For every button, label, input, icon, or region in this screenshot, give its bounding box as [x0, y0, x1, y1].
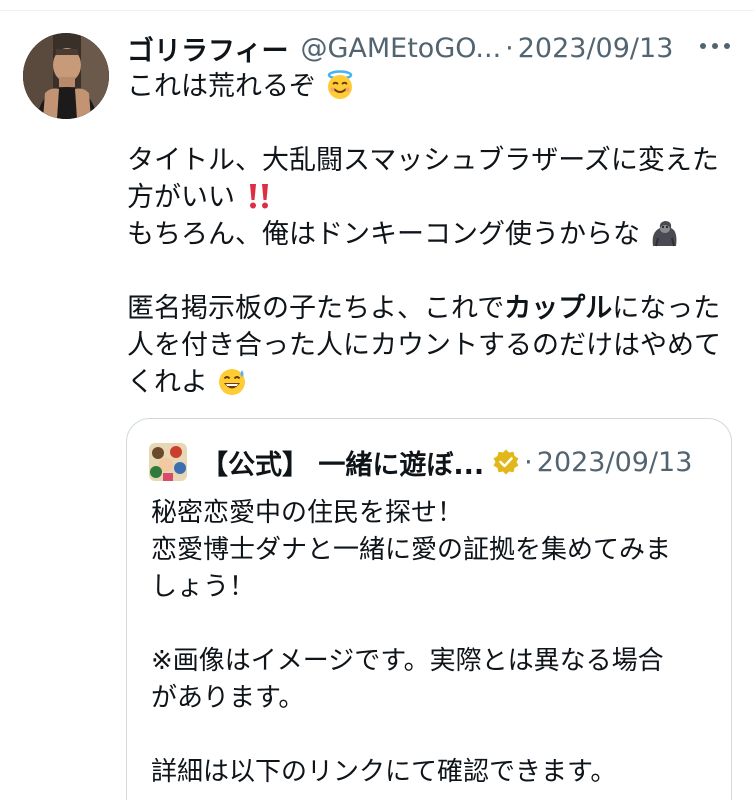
tweet-line: もちろん、俺はドンキーコング使うからな	[127, 216, 727, 253]
tweet-page: ゴリラフィー @GAMEtoGO... · 2023/09/13 これは荒れるぞ…	[0, 0, 754, 800]
quoted-header-separator: ·	[524, 446, 533, 478]
quoted-tweet-header: 【公式】 一緒に遊ぼ... · 2023/09/13	[149, 443, 692, 481]
quoted-line: しょう！	[151, 572, 256, 602]
quoted-line: 恋愛博士ダナと一緒に愛の証拠を集めてみま	[151, 535, 672, 565]
tweet-header: ゴリラフィー @GAMEtoGO... · 2023/09/13	[127, 28, 673, 68]
quoted-tweet-text: 秘密恋愛中の住民を探せ！ 恋愛博士ダナと一緒に愛の証拠を集めてみま しょう！ ※…	[151, 495, 711, 791]
tweet-text: これは荒れるぞ タイトル、大乱闘スマッシュブラザーズに変えた 方がいい もちろん…	[127, 68, 727, 401]
tweet-line: 方がいい	[127, 179, 727, 216]
quoted-line: 秘密恋愛中の住民を探せ！	[151, 498, 464, 528]
quoted-tweet-date[interactable]: 2023/09/13	[537, 447, 693, 478]
top-divider	[0, 0, 754, 11]
quoted-tweet-card[interactable]: 【公式】 一緒に遊ぼ... · 2023/09/13 秘密恋愛中の住民を探せ！ …	[126, 418, 732, 800]
tweet-line: 人を付き合った人にカウントするのだけはやめて	[127, 330, 721, 361]
more-options-icon[interactable]	[700, 36, 730, 56]
avatar-photo	[23, 33, 109, 119]
quoted-line: ※画像はイメージです。実際とは異なる場合	[151, 646, 664, 676]
bold-keyword: カップル	[504, 293, 613, 324]
author-handle[interactable]: @GAMEtoGO...	[300, 33, 501, 64]
header-separator: ·	[505, 32, 514, 64]
verified-badge-icon	[493, 449, 519, 475]
author-display-name[interactable]: ゴリラフィー	[127, 29, 288, 68]
quoted-author-name[interactable]: 【公式】 一緒に遊ぼ...	[201, 443, 484, 482]
halo-face-emoji-icon	[327, 70, 352, 99]
double-exclamation-emoji-icon	[249, 184, 268, 209]
quoted-line: があります。	[151, 683, 305, 713]
tweet-date[interactable]: 2023/09/13	[518, 33, 674, 64]
tweet-line: これは荒れるぞ	[127, 68, 727, 105]
tweet-line: 匿名掲示板の子たちよ、これでカップルになった	[127, 293, 721, 324]
gorilla-emoji-icon	[652, 221, 677, 247]
sweat-smile-emoji-icon	[218, 369, 245, 395]
tweet-line: タイトル、大乱闘スマッシュブラザーズに変えた	[127, 145, 719, 176]
quoted-line: 詳細は以下のリンクにて確認できます。	[151, 757, 617, 787]
tweet-line: くれよ	[127, 364, 727, 401]
author-avatar[interactable]	[23, 33, 109, 119]
quoted-author-avatar[interactable]	[149, 443, 187, 481]
